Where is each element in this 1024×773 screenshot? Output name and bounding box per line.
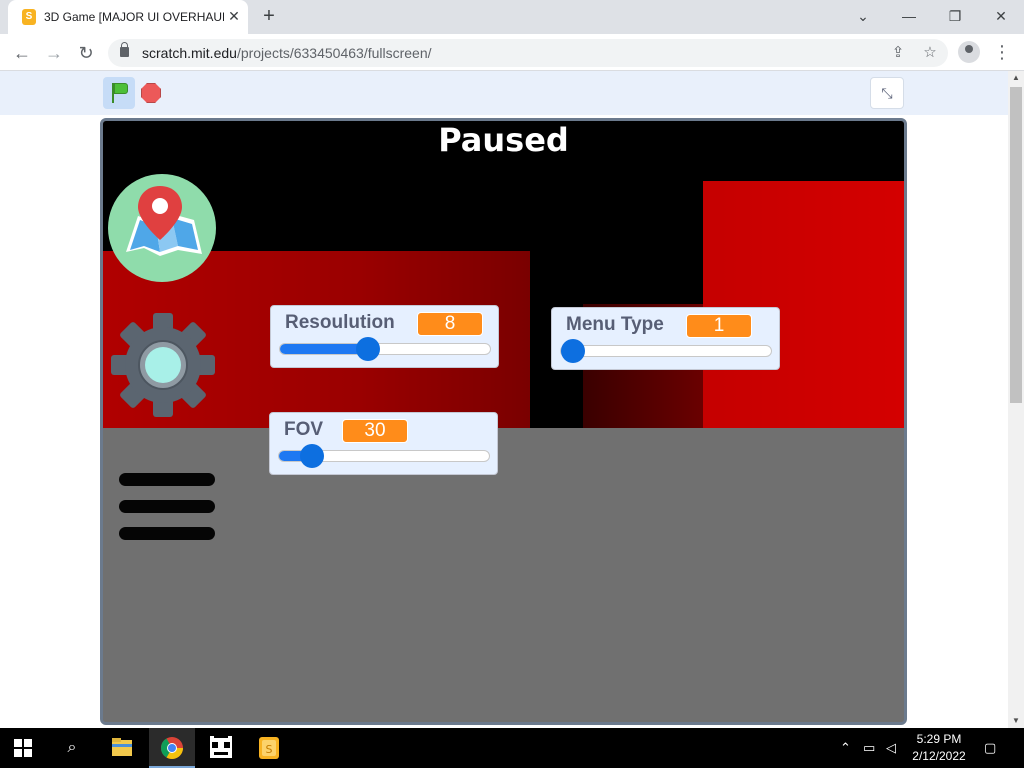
- star-icon[interactable]: ☆: [920, 43, 940, 63]
- browser-tab[interactable]: S 3D Game [MAJOR UI OVERHAUL ✕: [8, 0, 248, 34]
- tab-close-icon[interactable]: ✕: [226, 8, 242, 24]
- fov-slider[interactable]: [278, 444, 490, 468]
- scroll-down-icon[interactable]: ▼: [1008, 714, 1024, 728]
- lock-icon[interactable]: [120, 42, 129, 57]
- notifications-icon[interactable]: ▢: [984, 740, 996, 756]
- back-arrow-icon[interactable]: ←: [10, 41, 34, 65]
- monitor-label: Resoulution: [285, 312, 395, 333]
- floor: [103, 428, 904, 722]
- scrollbar-thumb[interactable]: [1010, 87, 1022, 403]
- monitor-label: Menu Type: [566, 314, 664, 335]
- reload-icon[interactable]: ↻: [74, 41, 98, 65]
- slider-thumb[interactable]: [356, 337, 380, 361]
- tab-search-icon[interactable]: ⌄: [848, 4, 878, 28]
- profile-icon[interactable]: [958, 41, 980, 63]
- close-icon[interactable]: ✕: [986, 4, 1016, 28]
- monitor-value: 30: [342, 419, 408, 443]
- map-button[interactable]: [108, 174, 216, 282]
- tab-strip: S 3D Game [MAJOR UI OVERHAUL ✕ + ⌄ — ❐ ✕: [0, 0, 1024, 34]
- game-stage[interactable]: Paused Resoulution 8 Menu Type 1 FOV 30: [100, 118, 907, 725]
- monitor-fov: FOV 30: [269, 412, 498, 475]
- svg-text:S: S: [266, 743, 273, 756]
- settings-button[interactable]: [111, 311, 215, 419]
- minimize-icon[interactable]: —: [894, 4, 924, 28]
- paused-title: Paused: [438, 121, 569, 159]
- game-app-icon[interactable]: [198, 728, 244, 768]
- browser-toolbar: ← → ↻ scratch.mit.edu/projects/633450463…: [0, 34, 1024, 71]
- gear-icon: [111, 313, 215, 417]
- search-icon[interactable]: ⌕: [60, 736, 84, 760]
- network-icon[interactable]: ▭: [863, 740, 875, 756]
- monitor-resolution: Resoulution 8: [270, 305, 499, 368]
- clock-date[interactable]: 2/12/2022: [906, 749, 972, 763]
- tab-title: 3D Game [MAJOR UI OVERHAUL: [44, 10, 224, 24]
- taskbar: ⌕ S ⌃ ▭ ◁ 5:29 PM 2/12/2022 ▢: [0, 728, 1024, 768]
- green-flag-button[interactable]: [103, 77, 135, 109]
- restore-icon[interactable]: ❐: [940, 4, 970, 28]
- resolution-slider[interactable]: [279, 337, 491, 361]
- volume-muted-icon[interactable]: ◁: [886, 740, 896, 756]
- monitor-value: 8: [417, 312, 483, 336]
- forward-arrow-icon[interactable]: →: [42, 41, 66, 65]
- exit-fullscreen-icon[interactable]: ⤡: [870, 77, 904, 109]
- monitor-menu-type: Menu Type 1: [551, 307, 780, 370]
- monitor-value: 1: [686, 314, 752, 338]
- monitor-label: FOV: [284, 419, 324, 440]
- chrome-icon[interactable]: [149, 728, 195, 768]
- slider-thumb[interactable]: [300, 444, 324, 468]
- menu-type-slider[interactable]: [560, 339, 772, 363]
- map-pin-icon: [126, 186, 202, 256]
- scratch-app-icon[interactable]: S: [246, 728, 292, 768]
- stop-sign-icon[interactable]: [141, 83, 161, 103]
- file-explorer-icon[interactable]: [99, 728, 145, 768]
- stage-header: ⤡: [0, 71, 1008, 115]
- kebab-menu-icon[interactable]: ⋮: [992, 40, 1012, 64]
- hamburger-menu-icon[interactable]: [119, 473, 215, 543]
- right-wall: [703, 181, 904, 430]
- new-tab-button[interactable]: +: [258, 6, 280, 28]
- chevron-up-icon[interactable]: ⌃: [840, 740, 851, 756]
- share-icon[interactable]: ⇪: [888, 43, 908, 63]
- scratch-favicon-icon: S: [22, 9, 36, 25]
- clock-time[interactable]: 5:29 PM: [906, 732, 972, 746]
- address-bar[interactable]: scratch.mit.edu/projects/633450463/fulls…: [108, 39, 948, 67]
- page-scrollbar[interactable]: ▲ ▼: [1008, 71, 1024, 728]
- url-text: scratch.mit.edu/projects/633450463/fulls…: [142, 45, 432, 61]
- scroll-up-icon[interactable]: ▲: [1008, 71, 1024, 85]
- windows-start-icon[interactable]: [14, 739, 32, 757]
- slider-thumb[interactable]: [561, 339, 585, 363]
